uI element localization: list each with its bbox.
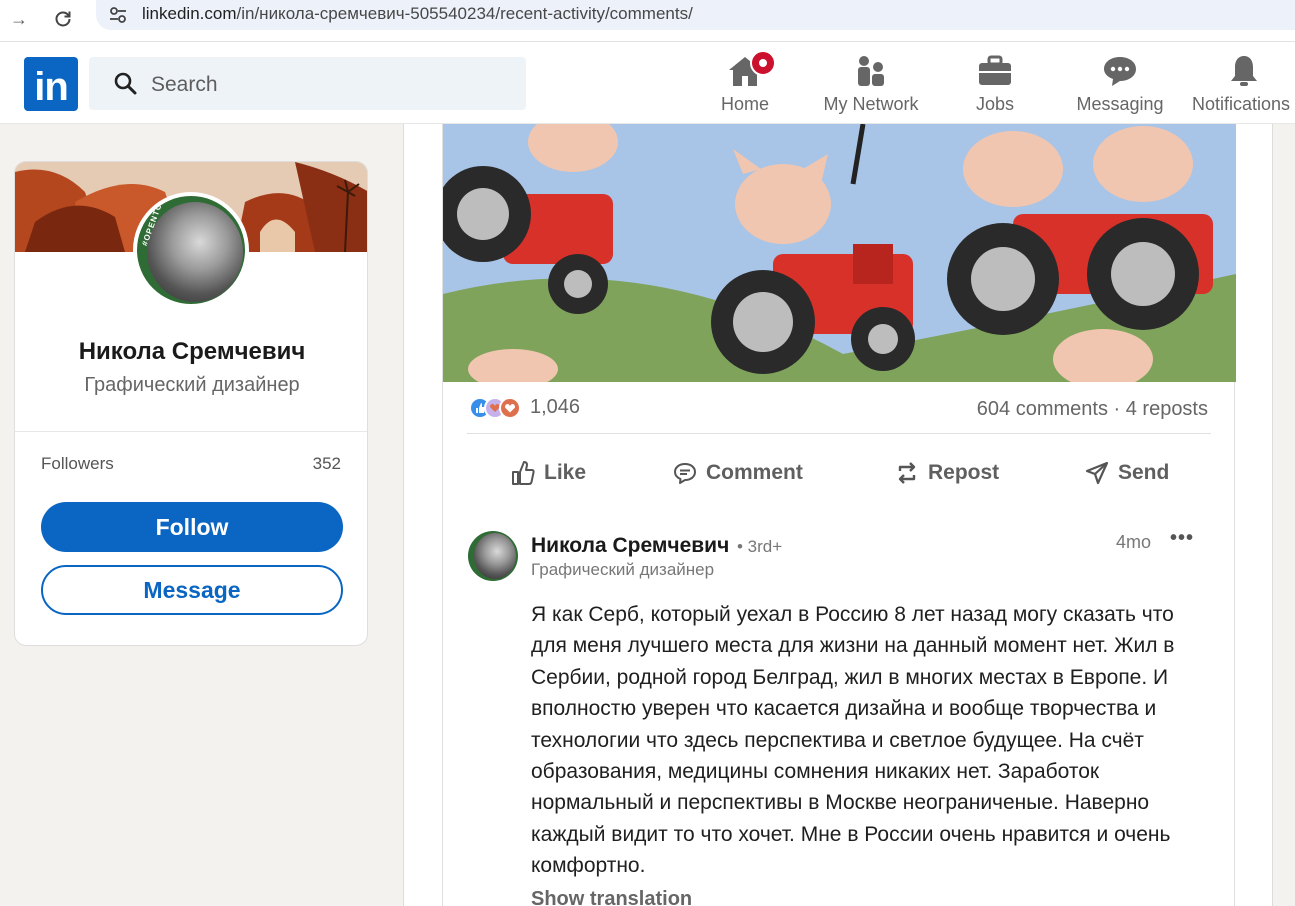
like-icon (512, 461, 535, 485)
post-image[interactable] (443, 124, 1236, 382)
nav-label: Messaging (1076, 94, 1164, 114)
show-translation-link[interactable]: Show translation (531, 888, 692, 906)
comment-text: Я как Серб, который уехал в Россию 8 лет… (531, 603, 1175, 878)
briefcase-icon (977, 52, 1013, 90)
linkedin-header: in Search Home My Network Jobs Messaging (0, 42, 1295, 124)
repost-icon (898, 462, 916, 484)
send-icon (1085, 461, 1109, 485)
comment-author-avatar[interactable] (468, 531, 518, 581)
followers-count: 352 (312, 454, 341, 473)
profile-card: #OPENTOWORK Никола Сремчевич Графический… (14, 161, 368, 646)
comments-reposts-count[interactable]: 604 comments · 4 reposts (977, 398, 1208, 421)
url-domain: linkedin.com (142, 4, 237, 23)
repost-label: Repost (928, 461, 1000, 484)
message-button[interactable]: Message (41, 565, 343, 615)
nav-jobs[interactable]: Jobs (966, 52, 1024, 118)
comment-label: Comment (706, 461, 803, 484)
notification-badge (750, 50, 776, 76)
nav-label: My Network (823, 94, 919, 114)
send-button[interactable]: Send (1085, 458, 1169, 488)
search-input[interactable]: Search (89, 57, 526, 110)
activity-feed: 1,046 604 comments · 4 reposts Like Comm… (403, 124, 1273, 906)
divider (15, 431, 367, 432)
followers-label: Followers (41, 454, 114, 473)
nav-label: Notifications (1192, 94, 1291, 114)
reactions-summary[interactable]: 1,046 (469, 396, 580, 419)
site-settings-icon[interactable] (108, 5, 128, 30)
forward-icon[interactable]: → (6, 6, 32, 32)
nav-messaging[interactable]: Messaging (1072, 52, 1168, 118)
love-reaction-icon (499, 396, 521, 419)
search-placeholder: Search (151, 73, 218, 96)
comment-timestamp: 4mo (1116, 532, 1152, 552)
url-path: /in/никола-сремчевич-505540234/recent-ac… (236, 4, 693, 23)
bell-icon (1228, 52, 1260, 90)
comment-button[interactable]: Comment (673, 458, 803, 488)
nav-home[interactable]: Home (712, 50, 778, 118)
comment-author-name[interactable]: Никола Сремчевич (531, 534, 729, 558)
url-text: linkedin.com/in/никола-сремчевич-5055402… (142, 4, 693, 24)
profile-name[interactable]: Никола Сремчевич (15, 338, 367, 366)
divider (467, 433, 1211, 434)
search-icon (113, 71, 137, 100)
repost-button[interactable]: Repost (895, 458, 999, 488)
reaction-count: 1,046 (530, 396, 581, 418)
comment-author-headline: Графический дизайнер (531, 560, 715, 579)
nav-my-network[interactable]: My Network (816, 52, 926, 118)
nav-label: Jobs (975, 94, 1015, 114)
network-icon (855, 52, 887, 90)
comment-icon (674, 463, 696, 484)
linkedin-logo[interactable]: in (24, 57, 78, 111)
profile-avatar[interactable]: #OPENTOWORK (133, 192, 249, 308)
chat-icon (1102, 52, 1138, 90)
more-options-button[interactable]: ••• (1170, 527, 1194, 550)
browser-toolbar: → linkedin.com/in/никола-сремчевич-50554… (0, 0, 1295, 42)
nav-notifications[interactable]: Notifications (1192, 52, 1295, 118)
profile-headline: Графический дизайнер (84, 374, 300, 396)
reload-icon[interactable] (50, 6, 76, 32)
post-card: 1,046 604 comments · 4 reposts Like Comm… (442, 124, 1236, 906)
address-bar[interactable]: linkedin.com/in/никола-сремчевич-5055402… (96, 0, 1295, 30)
like-button[interactable]: Like (511, 458, 586, 488)
home-icon (727, 50, 776, 90)
like-label: Like (544, 461, 587, 484)
follow-button[interactable]: Follow (41, 502, 343, 552)
connection-degree: • 3rd+ (737, 537, 783, 556)
send-label: Send (1118, 461, 1170, 484)
nav-label: Home (720, 94, 769, 114)
